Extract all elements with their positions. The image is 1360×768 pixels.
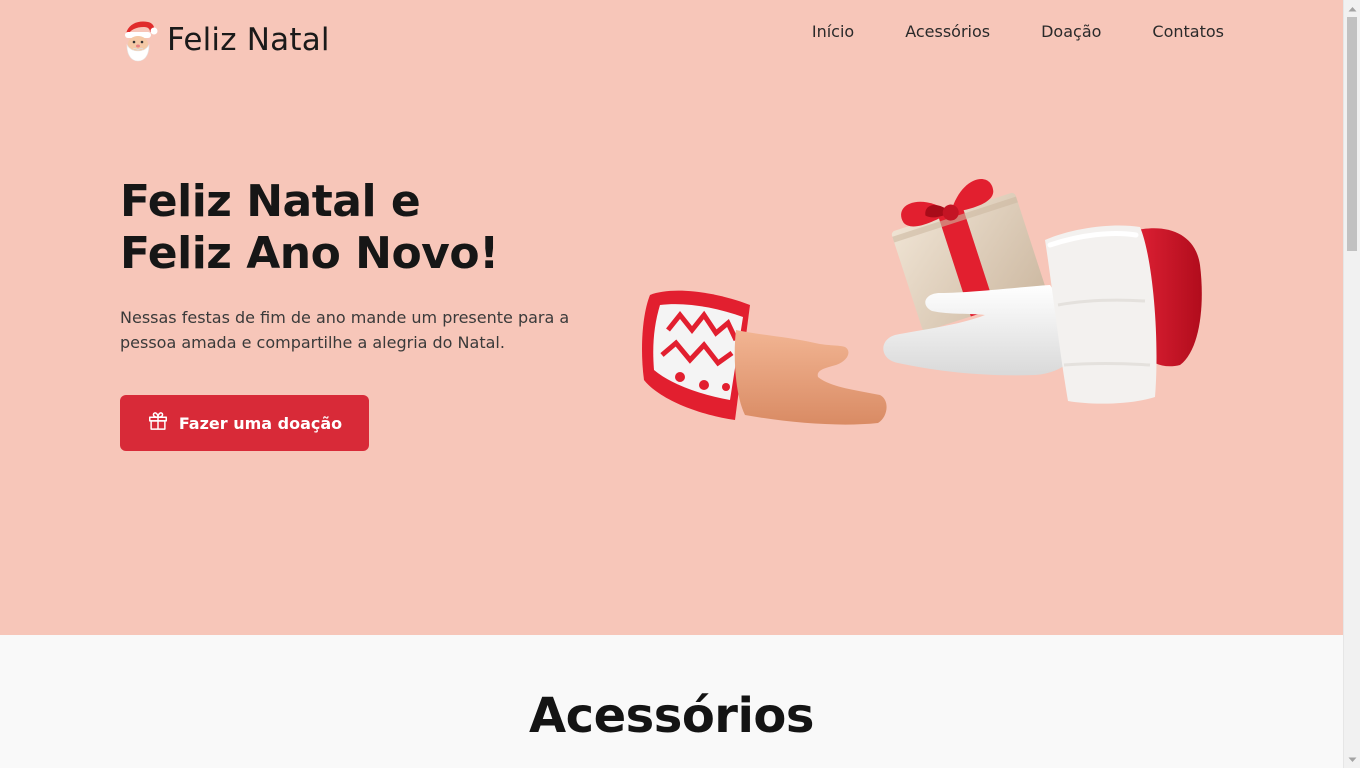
vertical-scrollbar[interactable]	[1343, 0, 1360, 768]
scrollbar-thumb[interactable]	[1347, 17, 1357, 251]
santa-icon	[125, 21, 158, 62]
donate-button-label: Fazer uma doação	[178, 413, 343, 433]
hands-giving-gift-illustration	[642, 178, 1202, 425]
scroll-down-arrow-icon[interactable]	[1344, 751, 1360, 768]
hero-description: Nessas festas de fim de ano mande um pre…	[120, 308, 570, 352]
donate-button[interactable]: Fazer uma doação	[120, 395, 369, 451]
nav-link-inicio[interactable]: Início	[812, 22, 854, 42]
logo-link[interactable]: Feliz Natal	[120, 14, 330, 66]
hero-section: Feliz Natal Início Acessórios Doação Con…	[0, 0, 1343, 635]
nav-link-acessorios[interactable]: Acessórios	[905, 22, 990, 42]
accessories-section-title: Acessórios	[529, 688, 814, 744]
hero-title: Feliz Natal e Feliz Ano Novo!	[120, 176, 600, 280]
hero-title-line-2: Feliz Ano Novo!	[120, 228, 499, 279]
main-nav: Início Acessórios Doação Contatos	[812, 22, 1224, 42]
nav-link-doacao[interactable]: Doação	[1041, 22, 1101, 42]
nav-link-contatos[interactable]: Contatos	[1152, 22, 1224, 42]
scroll-up-arrow-icon[interactable]	[1344, 0, 1360, 17]
hero-title-line-1: Feliz Natal e	[120, 176, 421, 227]
header: Feliz Natal Início Acessórios Doação Con…	[120, 14, 1224, 66]
logo-text: Feliz Natal	[167, 22, 330, 58]
gift-icon	[148, 412, 167, 430]
page: Feliz Natal Início Acessórios Doação Con…	[0, 0, 1343, 768]
